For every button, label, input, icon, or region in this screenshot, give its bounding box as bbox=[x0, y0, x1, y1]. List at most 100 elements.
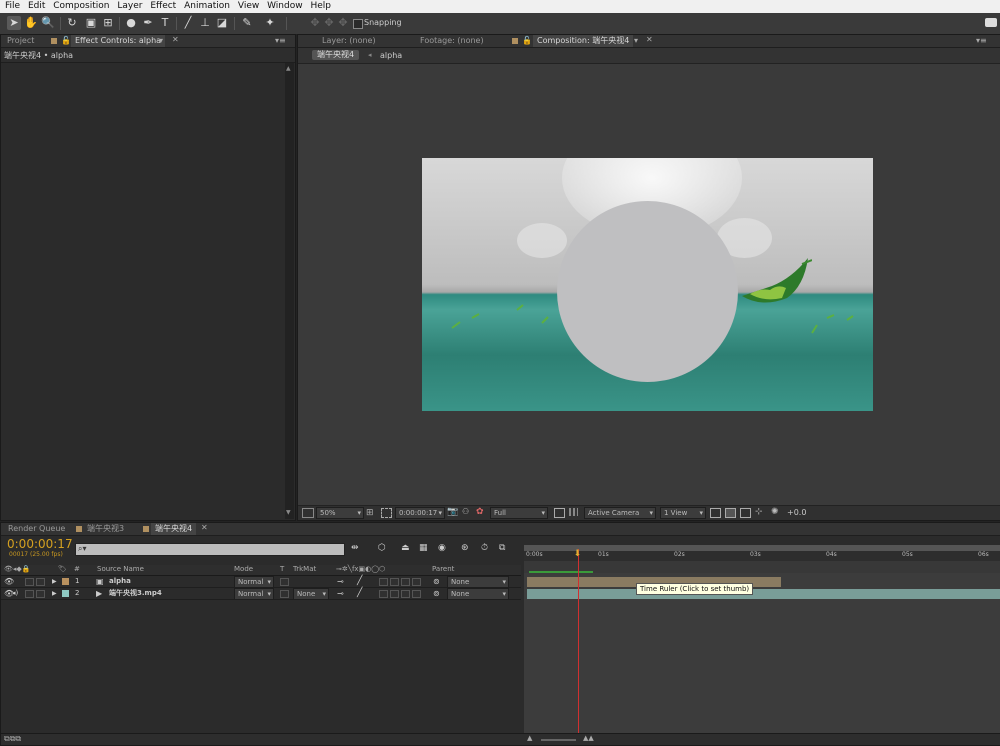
safe-margins-icon[interactable]: ⊞ bbox=[366, 508, 374, 518]
frame-blend-switch[interactable] bbox=[390, 590, 399, 598]
layer-search-input[interactable]: ⌕▾ bbox=[75, 543, 345, 556]
lock-icon[interactable]: 🔓 bbox=[61, 36, 71, 45]
label-color-swatch[interactable] bbox=[62, 578, 69, 585]
tab-comp-3[interactable]: 端午央视3 bbox=[83, 523, 128, 535]
layer-bar-video[interactable] bbox=[527, 589, 1000, 599]
hand-tool-icon[interactable]: ✋ bbox=[24, 16, 38, 30]
layer-row[interactable]: 👁 ◂) ▶ 2 ▶ 端午央视3.mp4 Normal None ⊸ ╱ ⊚ N… bbox=[1, 588, 521, 600]
expand-arrow-icon[interactable]: ▶ bbox=[52, 588, 57, 599]
toggle-pixel-aspect-icon[interactable] bbox=[710, 508, 721, 518]
3d-layer-switch[interactable] bbox=[412, 578, 421, 586]
snapshot-camera-icon[interactable]: 📷 bbox=[447, 507, 458, 517]
solo-switch[interactable] bbox=[25, 590, 34, 598]
time-ruler[interactable]: 0:00s 01s 02s 03s 04s 05s 06s bbox=[524, 551, 1000, 561]
tab-render-queue[interactable]: Render Queue bbox=[4, 523, 69, 535]
scroll-up-icon[interactable]: ▲ bbox=[286, 65, 291, 72]
menu-edit[interactable]: Edit bbox=[23, 0, 45, 13]
playhead-line[interactable] bbox=[577, 549, 579, 745]
alpha-matte-circle[interactable] bbox=[557, 201, 738, 382]
menu-composition[interactable]: Composition bbox=[48, 0, 109, 13]
rotate-tool-icon[interactable]: ↻ bbox=[65, 16, 79, 30]
draft-3d-icon[interactable]: ⬡ bbox=[378, 543, 386, 553]
menu-help[interactable]: Help bbox=[305, 0, 331, 13]
magnification-dropdown[interactable]: 50% bbox=[316, 507, 364, 519]
axis-local-icon[interactable]: ✥ bbox=[308, 16, 322, 30]
snapping-checkbox[interactable] bbox=[353, 19, 363, 29]
exposure-icon[interactable]: ✺ bbox=[771, 507, 779, 517]
preserve-transparency-switch[interactable] bbox=[280, 590, 289, 598]
workspace-icon[interactable] bbox=[985, 18, 997, 27]
panel-menu-icon[interactable]: ▾≡ bbox=[976, 36, 987, 45]
axis-world-icon[interactable]: ✥ bbox=[322, 16, 336, 30]
tab-dropdown-icon[interactable]: ▾ bbox=[634, 36, 638, 45]
comp-nav-alpha[interactable]: alpha bbox=[380, 51, 402, 60]
motion-blur-switch[interactable] bbox=[401, 590, 410, 598]
solo-switch[interactable] bbox=[25, 578, 34, 586]
blend-mode-dropdown[interactable]: Normal bbox=[234, 576, 274, 588]
close-icon[interactable]: ✕ bbox=[172, 35, 179, 44]
parent-dropdown[interactable]: None bbox=[447, 576, 509, 588]
close-icon[interactable]: ✕ bbox=[201, 523, 208, 532]
blend-mode-dropdown[interactable]: Normal bbox=[234, 588, 274, 600]
menu-window[interactable]: Window bbox=[262, 0, 303, 13]
stopwatch-icon[interactable]: ⏱ bbox=[481, 543, 488, 553]
motion-blur-switch[interactable] bbox=[401, 578, 410, 586]
resolution-dropdown[interactable]: Full bbox=[490, 507, 548, 519]
quality-icon[interactable]: ╱ bbox=[357, 576, 362, 587]
show-snapshot-icon[interactable]: ⚇ bbox=[462, 507, 469, 516]
track-matte-dropdown[interactable]: None bbox=[293, 588, 329, 600]
view-layout-dropdown[interactable]: 1 View bbox=[660, 507, 706, 519]
frame-blend-switch[interactable] bbox=[390, 578, 399, 586]
eraser-tool-icon[interactable]: ◪ bbox=[215, 16, 229, 30]
tab-comp-4[interactable]: 端午央视4 bbox=[151, 523, 197, 535]
lock-switch[interactable] bbox=[36, 578, 45, 586]
always-preview-icon[interactable] bbox=[302, 508, 314, 518]
tab-layer[interactable]: Layer: (none) bbox=[318, 35, 380, 47]
ellipse-tool-icon[interactable]: ● bbox=[124, 16, 138, 30]
quality-icon[interactable]: ╱ bbox=[357, 588, 362, 599]
tab-project[interactable]: Project bbox=[3, 35, 38, 47]
timeline-timecode[interactable]: 0:00:00:17 bbox=[7, 537, 73, 551]
scroll-down-icon[interactable]: ▼ bbox=[286, 509, 291, 516]
3d-layer-switch[interactable] bbox=[412, 590, 421, 598]
audio-icon[interactable]: ◂) bbox=[12, 588, 18, 599]
layer-name[interactable]: 端午央视3.mp4 bbox=[109, 588, 162, 599]
brainstorm-icon[interactable]: ⊛ bbox=[461, 543, 469, 553]
effect-switch[interactable] bbox=[379, 590, 388, 598]
mask-visibility-icon[interactable] bbox=[381, 508, 392, 518]
axis-view-icon[interactable]: ✥ bbox=[336, 16, 350, 30]
menu-effect[interactable]: Effect bbox=[145, 0, 176, 13]
tab-footage[interactable]: Footage: (none) bbox=[416, 35, 488, 47]
pick-whip-icon[interactable]: ⊚ bbox=[433, 576, 440, 587]
motion-blur-icon[interactable]: ◉ bbox=[438, 543, 446, 553]
frame-blending-icon[interactable]: ▦ bbox=[419, 543, 428, 553]
parent-dropdown[interactable]: None bbox=[447, 588, 509, 600]
timeline-zoom-slider[interactable] bbox=[541, 739, 576, 741]
camera-tool-icon[interactable]: ▣ bbox=[84, 16, 98, 30]
channels-icon[interactable]: ✿ bbox=[476, 507, 484, 517]
expand-arrow-icon[interactable]: ▶ bbox=[52, 576, 57, 587]
region-of-interest-icon[interactable] bbox=[554, 508, 565, 518]
effect-switch[interactable] bbox=[379, 578, 388, 586]
menu-animation[interactable]: Animation bbox=[179, 0, 230, 13]
selection-tool-icon[interactable]: ➤ bbox=[7, 16, 21, 30]
panel-menu-icon[interactable]: ▾≡ bbox=[275, 36, 286, 45]
zoom-tool-icon[interactable]: 🔍 bbox=[41, 16, 55, 30]
menu-view[interactable]: View bbox=[233, 0, 259, 13]
scrollbar-vertical[interactable]: ▲ ▼ bbox=[285, 63, 294, 519]
flowchart-icon[interactable]: ⊹ bbox=[755, 507, 763, 517]
fast-previews-icon[interactable] bbox=[725, 508, 736, 518]
lock-switch[interactable] bbox=[36, 590, 45, 598]
layer-row[interactable]: 👁 ▶ 1 ▣ alpha Normal ⊸ ╱ ⊚ None bbox=[1, 576, 521, 588]
transparency-grid-icon[interactable] bbox=[569, 508, 578, 516]
puppet-pin-tool-icon[interactable]: ✦ bbox=[263, 16, 277, 30]
zoom-in-icon[interactable]: ▲▲ bbox=[583, 734, 594, 742]
camera-view-dropdown[interactable]: Active Camera bbox=[584, 507, 656, 519]
menu-file[interactable]: File bbox=[0, 0, 20, 13]
mini-flowchart-icon[interactable]: ⇹ bbox=[351, 543, 359, 553]
video-visibility-icon[interactable]: 👁 bbox=[4, 576, 14, 587]
lock-icon[interactable]: 🔓 bbox=[522, 36, 532, 45]
pan-behind-tool-icon[interactable]: ⊞ bbox=[101, 16, 115, 30]
brush-tool-icon[interactable]: ╱ bbox=[181, 16, 195, 30]
roto-brush-tool-icon[interactable]: ✎ bbox=[240, 16, 254, 30]
